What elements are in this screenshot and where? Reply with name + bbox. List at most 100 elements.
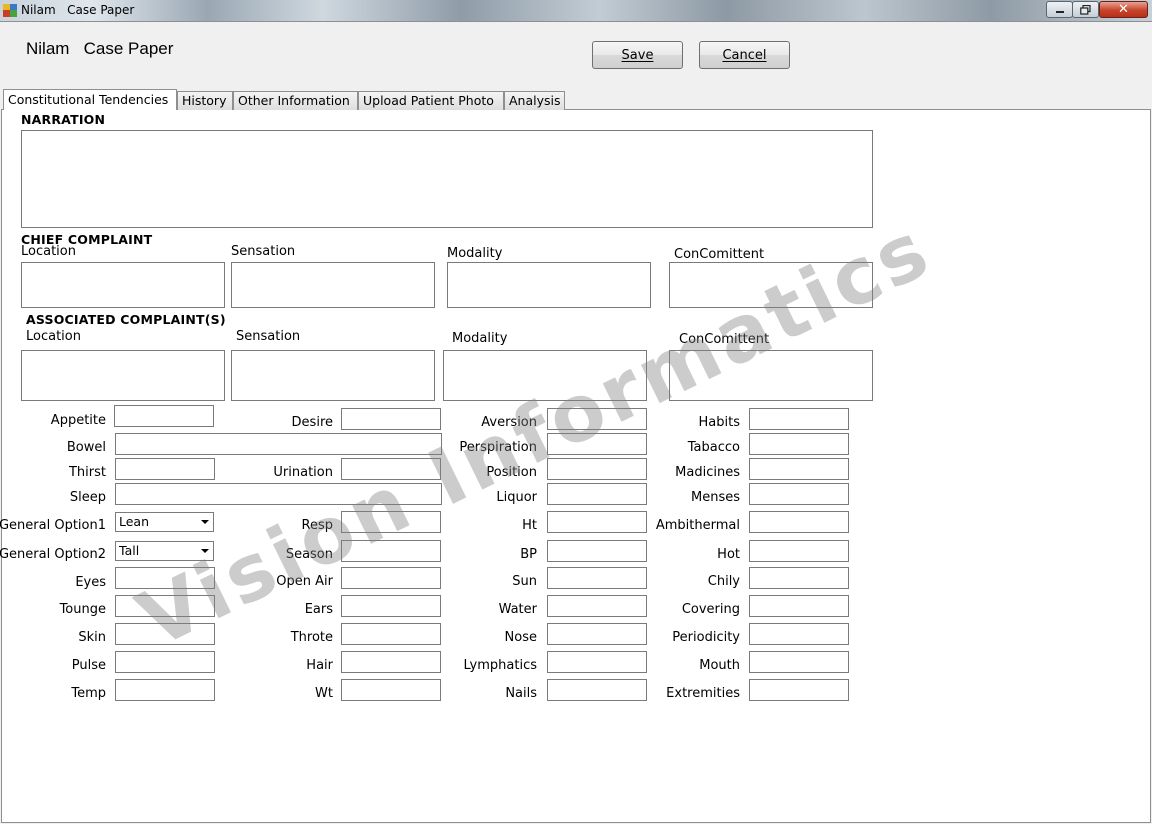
- chily-input[interactable]: [749, 567, 849, 589]
- assoc-location-input[interactable]: [21, 350, 225, 401]
- thirst-input[interactable]: [115, 458, 215, 480]
- habits-input[interactable]: [749, 408, 849, 430]
- window-title: Nilam Case Paper: [21, 3, 135, 17]
- form-heading: Nilam Case Paper: [26, 39, 174, 58]
- extremities-input[interactable]: [749, 679, 849, 701]
- associated-complaints-heading: ASSOCIATED COMPLAINT(S): [26, 312, 226, 327]
- assoc-concomittent-input[interactable]: [669, 350, 873, 401]
- general-option1-value: Lean: [119, 514, 150, 529]
- sleep-input[interactable]: [115, 483, 442, 505]
- chief-location-label: Location: [21, 244, 76, 259]
- open-air-input[interactable]: [341, 567, 441, 589]
- narration-heading: NARRATION: [21, 112, 106, 127]
- appetite-label: Appetite: [50, 413, 106, 428]
- sun-input[interactable]: [547, 567, 647, 589]
- ears-input[interactable]: [341, 595, 441, 617]
- general-option2-select[interactable]: Tall: [115, 541, 214, 561]
- position-label: Position: [486, 465, 537, 480]
- minimize-button[interactable]: [1046, 1, 1073, 18]
- assoc-concomittent-label: ConComittent: [679, 332, 770, 347]
- maximize-button[interactable]: [1072, 1, 1099, 18]
- urination-input[interactable]: [341, 458, 441, 480]
- chief-location-input[interactable]: [21, 262, 225, 308]
- habits-label: Habits: [698, 415, 740, 430]
- urination-label: Urination: [273, 465, 333, 480]
- lymphatics-label: Lymphatics: [463, 658, 538, 673]
- narration-textarea[interactable]: [21, 130, 873, 228]
- season-input[interactable]: [341, 540, 441, 562]
- general-option1-select[interactable]: Lean: [115, 512, 214, 532]
- nails-label: Nails: [505, 686, 537, 701]
- appetite-input[interactable]: [114, 405, 214, 427]
- chily-label: Chily: [707, 574, 740, 589]
- hot-label: Hot: [717, 547, 740, 562]
- lymphatics-input[interactable]: [547, 651, 647, 673]
- cancel-button[interactable]: Cancel: [699, 41, 790, 69]
- eyes-input[interactable]: [115, 567, 215, 589]
- chevron-down-icon: [201, 520, 209, 524]
- throte-input[interactable]: [341, 623, 441, 645]
- wt-label: Wt: [315, 686, 333, 701]
- tabacco-input[interactable]: [749, 433, 849, 455]
- bp-input[interactable]: [547, 540, 647, 562]
- app-icon: [3, 4, 17, 17]
- chief-sensation-label: Sensation: [231, 244, 296, 259]
- nails-input[interactable]: [547, 679, 647, 701]
- madicines-input[interactable]: [749, 458, 849, 480]
- hair-label: Hair: [306, 658, 333, 673]
- menses-label: Menses: [691, 490, 740, 505]
- minimize-icon: [1055, 10, 1064, 13]
- assoc-sensation-input[interactable]: [231, 350, 435, 401]
- bowel-input[interactable]: [115, 433, 442, 455]
- ht-label: Ht: [522, 518, 537, 533]
- skin-label: Skin: [78, 630, 106, 645]
- tounge-input[interactable]: [115, 595, 215, 617]
- save-button[interactable]: Save: [592, 41, 683, 69]
- nose-input[interactable]: [547, 623, 647, 645]
- position-input[interactable]: [547, 458, 647, 480]
- tab-analysis[interactable]: Analysis: [504, 91, 565, 110]
- close-icon: ✕: [1118, 2, 1129, 17]
- tab-upload-patient-photo[interactable]: Upload Patient Photo: [358, 91, 504, 110]
- liquor-label: Liquor: [496, 490, 537, 505]
- close-button[interactable]: ✕: [1099, 1, 1148, 18]
- tab-other-information[interactable]: Other Information: [233, 91, 358, 110]
- desire-input[interactable]: [341, 408, 441, 430]
- ambithermal-input[interactable]: [749, 511, 849, 533]
- wt-input[interactable]: [341, 679, 441, 701]
- hot-input[interactable]: [749, 540, 849, 562]
- chief-modality-input[interactable]: [447, 262, 651, 308]
- tounge-label: Tounge: [59, 602, 106, 617]
- periodicity-input[interactable]: [749, 623, 849, 645]
- pulse-input[interactable]: [115, 651, 215, 673]
- assoc-modality-input[interactable]: [443, 350, 647, 401]
- liquor-input[interactable]: [547, 483, 647, 505]
- temp-input[interactable]: [115, 679, 215, 701]
- water-input[interactable]: [547, 595, 647, 617]
- covering-input[interactable]: [749, 595, 849, 617]
- chief-concomittent-input[interactable]: [669, 262, 873, 308]
- ht-input[interactable]: [547, 511, 647, 533]
- tab-history[interactable]: History: [177, 91, 233, 110]
- resp-input[interactable]: [341, 511, 441, 533]
- perspiration-input[interactable]: [547, 433, 647, 455]
- season-label: Season: [285, 547, 333, 562]
- bp-label: BP: [520, 547, 537, 562]
- eyes-label: Eyes: [75, 575, 106, 590]
- skin-input[interactable]: [115, 623, 215, 645]
- chevron-down-icon: [201, 549, 209, 553]
- mouth-input[interactable]: [749, 651, 849, 673]
- desire-label: Desire: [291, 415, 333, 430]
- chief-modality-label: Modality: [447, 246, 503, 261]
- restore-icon: [1080, 4, 1091, 15]
- tab-constitutional-tendencies[interactable]: Constitutional Tendencies: [3, 89, 177, 110]
- thirst-label: Thirst: [68, 465, 106, 480]
- aversion-input[interactable]: [547, 408, 647, 430]
- pulse-label: Pulse: [71, 658, 106, 673]
- menses-input[interactable]: [749, 483, 849, 505]
- general-option2-value: Tall: [119, 543, 140, 558]
- hair-input[interactable]: [341, 651, 441, 673]
- water-label: Water: [498, 602, 537, 617]
- chief-sensation-input[interactable]: [231, 262, 435, 308]
- tabacco-label: Tabacco: [687, 440, 740, 455]
